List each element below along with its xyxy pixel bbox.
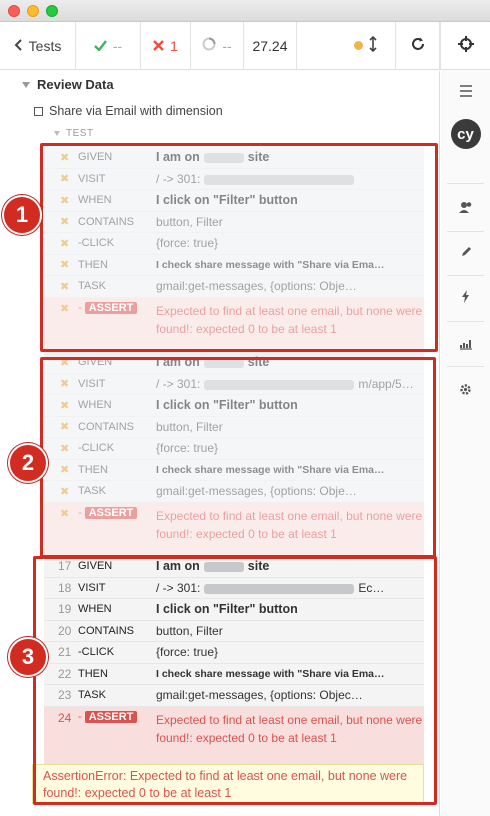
pending-count: -- — [191, 21, 244, 70]
right-sidebar: cy — [441, 71, 490, 816]
annotation-badge-2: 2 — [8, 443, 48, 483]
x-icon — [153, 38, 164, 54]
running-dot-icon — [354, 41, 363, 50]
annotation-frame-3 — [33, 556, 437, 805]
check-icon — [93, 38, 107, 54]
window-titlebar — [0, 0, 490, 22]
suite-title[interactable]: Review Data — [22, 77, 114, 92]
failed-value: 1 — [170, 37, 178, 54]
square-icon — [34, 106, 43, 116]
cypress-logo[interactable]: cy — [441, 119, 490, 149]
passed-value: -- — [112, 37, 123, 54]
caret-down-icon — [22, 81, 30, 88]
gear-icon[interactable] — [441, 383, 490, 396]
pen-icon[interactable] — [441, 246, 490, 258]
caret-down-icon — [54, 131, 60, 136]
chart-icon[interactable] — [441, 338, 490, 350]
annotation-badge-3: 3 — [8, 637, 48, 677]
test-title-text: Share via Email with dimension — [49, 104, 223, 118]
selector-playground-button[interactable] — [440, 21, 490, 70]
reporter-header: Tests -- 1 -- 27.24 — [0, 21, 490, 70]
arrows-vertical-icon — [369, 35, 377, 55]
crosshairs-icon — [457, 36, 474, 55]
zoom-window-button[interactable] — [46, 5, 58, 17]
menu-icon[interactable] — [441, 85, 490, 97]
users-icon[interactable] — [441, 201, 490, 213]
test-block-label[interactable]: TEST — [54, 128, 94, 139]
passed-count: -- — [76, 21, 141, 70]
tests-button[interactable]: Tests — [0, 21, 76, 70]
duration: 27.24 — [244, 21, 297, 70]
annotation-frame-2 — [40, 357, 436, 558]
refresh-icon — [411, 37, 425, 54]
annotation-frame-1 — [40, 143, 438, 352]
reload-button[interactable] — [396, 21, 440, 70]
minimize-window-button[interactable] — [27, 5, 39, 17]
close-window-button[interactable] — [8, 5, 20, 17]
annotation-badge-1: 1 — [2, 195, 42, 235]
failed-count: 1 — [141, 21, 191, 70]
suite-title-text: Review Data — [37, 77, 114, 92]
auto-scroll-toggle[interactable] — [336, 21, 396, 70]
chevron-left-icon — [14, 38, 23, 54]
test-title[interactable]: Share via Email with dimension — [34, 104, 223, 118]
pending-value: -- — [222, 37, 232, 54]
circle-notch-icon — [202, 37, 216, 54]
bolt-icon[interactable] — [441, 290, 490, 303]
tests-label: Tests — [28, 37, 62, 54]
